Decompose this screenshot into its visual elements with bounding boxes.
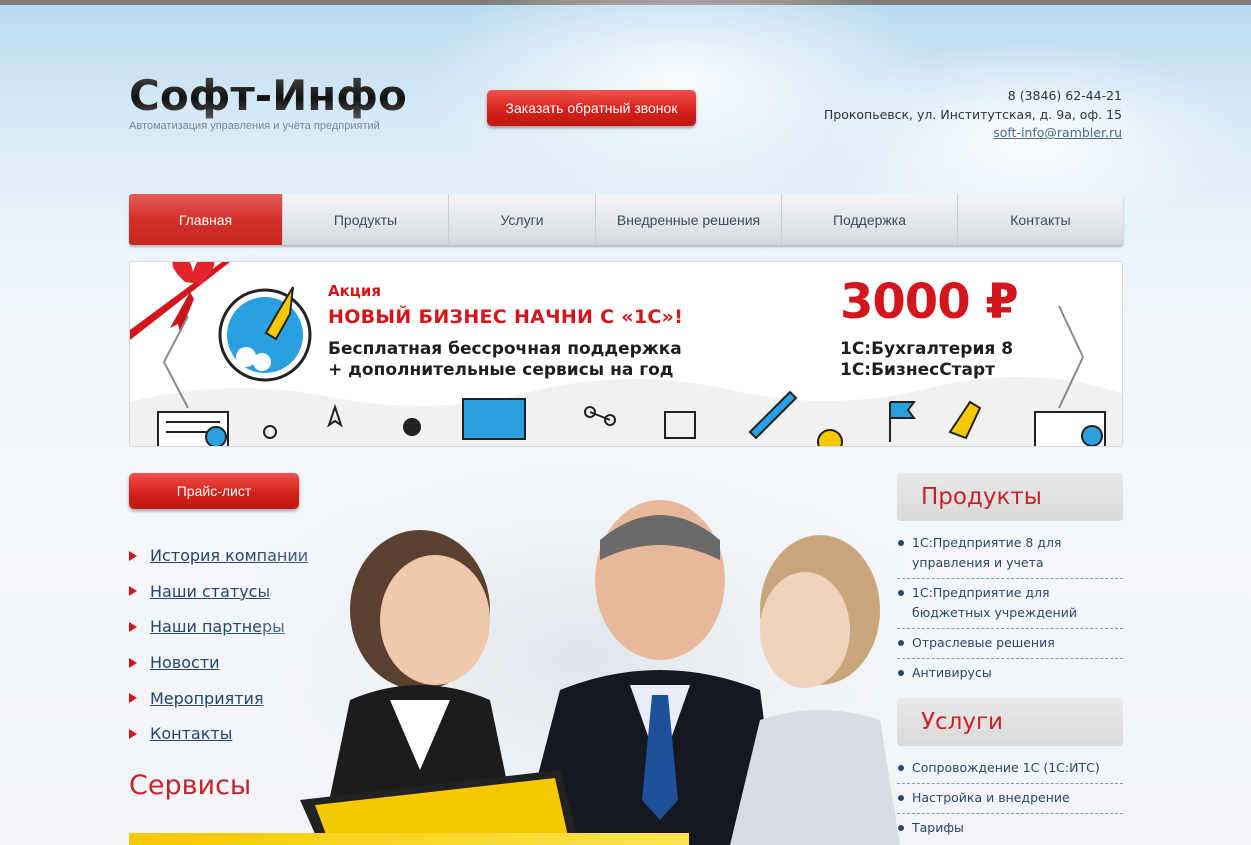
services-list: Сопровождение 1С (1С:ИТС) Настройка и вн…	[897, 754, 1123, 843]
product-link[interactable]: 1С:Предприятие для бюджетных учреждений	[897, 579, 1123, 629]
banner-line1: Бесплатная бессрочная поддержка	[328, 339, 682, 359]
product-link[interactable]: 1С:Предприятие 8 для управления и учета	[897, 529, 1123, 579]
product-link[interactable]: Антивирусы	[897, 659, 1123, 688]
product-link[interactable]: Отраслевые решения	[897, 629, 1123, 659]
nav-item-products[interactable]: Продукты	[283, 194, 449, 245]
nav-item-solutions[interactable]: Внедренные решения	[596, 194, 782, 245]
services-heading: Сервисы	[129, 770, 252, 801]
service-link[interactable]: Тарифы	[897, 814, 1123, 843]
nav-item-home[interactable]: Главная	[129, 194, 283, 245]
business-people-photo	[260, 470, 900, 845]
chevron-right-icon[interactable]	[1055, 302, 1087, 412]
arrow-bullet-icon	[129, 657, 137, 668]
menu-link-statuses[interactable]: Наши статусы	[150, 582, 270, 601]
header-contacts: 8 (3846) 62-44-21 Прокопьевск, ул. Инсти…	[824, 87, 1122, 143]
callback-button[interactable]: Заказать обратный звонок	[487, 90, 696, 126]
service-link[interactable]: Сопровождение 1С (1С:ИТС)	[897, 754, 1123, 784]
nav-item-services[interactable]: Услуги	[449, 194, 596, 245]
nav-item-support[interactable]: Поддержка	[782, 194, 958, 245]
banner-price: 3000 ₽	[840, 274, 1019, 330]
logo-title: Софт-Инфо	[129, 71, 407, 120]
services-sidebar-heading: Услуги	[897, 698, 1123, 746]
menu-link-contacts[interactable]: Контакты	[150, 724, 232, 743]
logo[interactable]: Софт-Инфо Автоматизация управления и учё…	[129, 71, 407, 133]
logo-subtitle: Автоматизация управления и учёта предпри…	[129, 120, 380, 132]
arrow-bullet-icon	[129, 728, 137, 739]
banner-product1: 1С:Бухгалтерия 8	[840, 339, 1014, 359]
menu-link-events[interactable]: Мероприятия	[150, 689, 264, 708]
phone-number: 8 (3846) 62-44-21	[1007, 88, 1122, 103]
products-heading: Продукты	[897, 473, 1123, 521]
address: Прокопьевск, ул. Институтская, д. 9а, оф…	[823, 106, 1122, 122]
service-banner-strip[interactable]	[129, 833, 689, 845]
banner-line2: + дополнительные сервисы на год	[328, 360, 674, 380]
main-nav: Главная Продукты Услуги Внедренные решен…	[129, 194, 1123, 245]
service-link[interactable]: Настройка и внедрение	[897, 784, 1123, 814]
email-link[interactable]: soft-info@rambler.ru	[993, 125, 1122, 140]
banner-headline: НОВЫЙ БИЗНЕС НАЧНИ С «1С»!	[328, 306, 684, 328]
promo-banner[interactable]: Акция НОВЫЙ БИЗНЕС НАЧНИ С «1С»! Бесплат…	[129, 261, 1123, 447]
banner-label: Акция	[328, 282, 382, 300]
right-sidebar: Продукты 1С:Предприятие 8 для управления…	[897, 473, 1123, 843]
chevron-left-icon[interactable]	[160, 312, 192, 412]
arrow-bullet-icon	[129, 550, 137, 561]
banner-product2: 1С:БизнесСтарт	[840, 360, 996, 380]
nav-item-contacts[interactable]: Контакты	[958, 194, 1123, 245]
arrow-bullet-icon	[129, 621, 137, 632]
menu-link-news[interactable]: Новости	[150, 653, 220, 672]
arrow-bullet-icon	[129, 586, 137, 597]
products-list: 1С:Предприятие 8 для управления и учета …	[897, 529, 1123, 688]
arrow-bullet-icon	[129, 693, 137, 704]
